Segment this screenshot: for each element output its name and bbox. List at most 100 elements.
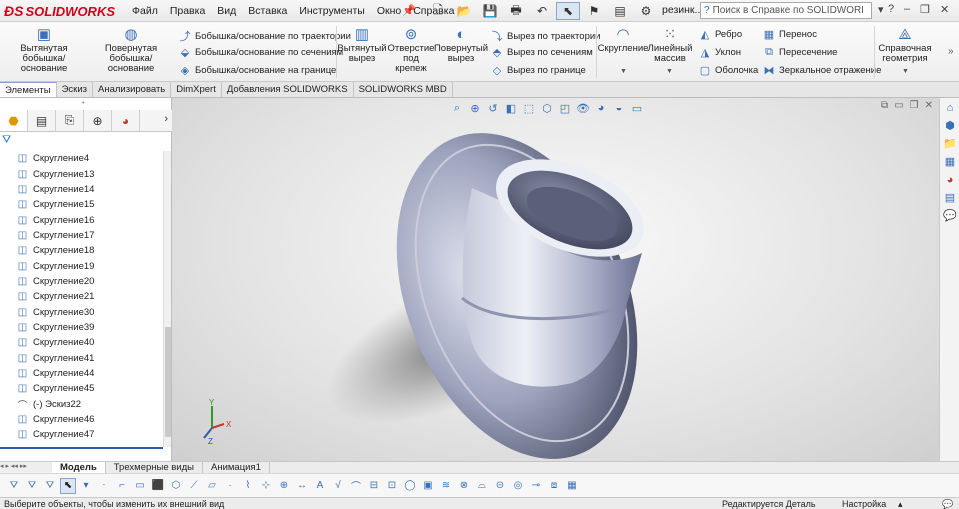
filter-center-marks-icon[interactable]: ⊕: [276, 478, 292, 494]
solidworks-logo[interactable]: ƉS SOLIDWORKS: [4, 1, 115, 21]
filter-balloons-icon[interactable]: ◯: [402, 478, 418, 494]
ribbon-more-icon[interactable]: »: [948, 46, 954, 57]
save-icon[interactable]: 💾: [478, 2, 502, 20]
filter-blocks-icon[interactable]: ▣: [420, 478, 436, 494]
tabs-scroll-arrows[interactable]: ◂ ▸ ◂◂ ▸▸: [0, 461, 52, 472]
filter-solid-bodies-icon[interactable]: ⬛: [150, 478, 166, 494]
filter-clear-icon[interactable]: ⛛: [42, 478, 58, 494]
tree-item[interactable]: ◫ Скругление20: [0, 274, 163, 289]
filter-axes-icon[interactable]: ⟋: [186, 478, 202, 494]
tree-item[interactable]: ◫ Скругление39: [0, 320, 163, 335]
fillet-dropdown-icon[interactable]: ▼: [620, 68, 627, 75]
part-model[interactable]: [172, 98, 939, 461]
shell-button[interactable]: ▢ Оболочка: [698, 64, 758, 77]
filter-datum-icon[interactable]: ⊟: [366, 478, 382, 494]
hole-wizard-button[interactable]: ⊚ Отверстие под крепеж: [388, 26, 435, 74]
select-arrow-icon[interactable]: ⬉: [60, 477, 76, 494]
revolve-boss-button[interactable]: ◍ Повернутая бобышка/основание: [88, 26, 174, 74]
tab-sketch[interactable]: Эскиз: [57, 82, 93, 97]
menu-tools[interactable]: Инструменты: [293, 5, 370, 17]
menu-edit[interactable]: Правка: [164, 5, 211, 17]
filter-icon[interactable]: ⛛: [2, 134, 11, 147]
tree-item[interactable]: ◫ Скругление19: [0, 258, 163, 273]
pattern-dropdown-icon[interactable]: ▼: [666, 68, 673, 75]
mirror-button[interactable]: ⧓ Зеркальное отражение: [762, 64, 882, 77]
tab-features[interactable]: Элементы: [0, 82, 57, 97]
tree-item[interactable]: ◫ Скругление41: [0, 350, 163, 365]
appearances-icon[interactable]: ◕: [941, 171, 959, 188]
custom-properties-icon[interactable]: ▤: [941, 189, 959, 206]
boundary-boss-button[interactable]: ◈ Бобышка/основание на границе: [178, 64, 337, 77]
design-library-icon[interactable]: ⬢: [941, 117, 959, 134]
menu-view[interactable]: Вид: [211, 5, 242, 17]
help-search-box[interactable]: ?: [700, 2, 872, 19]
filter-connection-points-icon[interactable]: ⊸: [528, 478, 544, 494]
chevron-right-icon[interactable]: ›: [164, 113, 168, 125]
filter-midpoints-icon[interactable]: ⊹: [258, 478, 274, 494]
tree-item[interactable]: ◫ Скругление15: [0, 197, 163, 212]
filter-toggle-icon[interactable]: ⛛: [6, 478, 22, 494]
tree-item[interactable]: ◫ Скругление21: [0, 289, 163, 304]
filter-notes-icon[interactable]: A: [312, 478, 328, 494]
rollback-bar[interactable]: [0, 447, 163, 449]
tree-item[interactable]: ◫ Скругление16: [0, 212, 163, 227]
filter-tables-icon[interactable]: ▦: [564, 478, 580, 494]
print-icon[interactable]: 🖶: [504, 2, 528, 20]
filter-gtol-icon[interactable]: ⊡: [384, 478, 400, 494]
undo-icon[interactable]: ↶: [530, 2, 554, 20]
linear-pattern-button[interactable]: ⁙ Линейный массив: [648, 26, 693, 64]
tree-item[interactable]: ◫ Скругление4: [0, 151, 163, 166]
configuration-manager-tab-icon[interactable]: ⎘: [56, 110, 84, 131]
tree-item[interactable]: ◫ Скругление18: [0, 243, 163, 258]
refgeom-dropdown-icon[interactable]: ▼: [902, 68, 909, 75]
filter-sketch-segments-icon[interactable]: ⌇: [240, 478, 256, 494]
boundary-cut-button[interactable]: ◇ Вырез по границе: [490, 64, 586, 77]
search-dropdown-icon[interactable]: ▾: [878, 3, 884, 16]
property-manager-tab-icon[interactable]: ▤: [28, 110, 56, 131]
tree-item[interactable]: ◫ Скругление13: [0, 166, 163, 181]
file-explorer-icon[interactable]: 📁: [941, 135, 959, 152]
tab-dimxpert[interactable]: DimXpert: [171, 82, 222, 97]
pin-icon[interactable]: 📌: [402, 4, 416, 17]
close-icon[interactable]: ✕: [940, 3, 949, 16]
filter-weld-symbols-icon[interactable]: ⌒: [348, 478, 364, 494]
extrude-cut-button[interactable]: ▥ Вытянутый вырез: [337, 26, 386, 64]
tree-item[interactable]: ◫ Скругление40: [0, 335, 163, 350]
options-gear-icon[interactable]: ⚙: [634, 2, 658, 20]
help-icon[interactable]: ?: [888, 3, 894, 15]
menu-insert[interactable]: Вставка: [242, 5, 293, 17]
filter-cosmetic-threads-icon[interactable]: ≋: [438, 478, 454, 494]
pane-grip-icon[interactable]: •: [82, 100, 84, 107]
filter-off-icon[interactable]: ⛛: [24, 478, 40, 494]
sweep-cut-button[interactable]: ⤵ Вырез по траектории: [490, 28, 601, 44]
display-manager-tab-icon[interactable]: ◕: [112, 110, 140, 131]
extrude-boss-button[interactable]: ▣ Вытянутая бобышка/основание: [4, 26, 84, 74]
open-folder-icon[interactable]: 📂: [452, 2, 476, 20]
loft-cut-button[interactable]: ⬘ Вырез по сечениям: [490, 46, 593, 59]
feature-manager-tab-icon[interactable]: ⬣: [0, 110, 28, 131]
filter-faces-icon[interactable]: ▭: [132, 478, 148, 494]
filter-dowel-symbols-icon[interactable]: ⊝: [492, 478, 508, 494]
tree-item[interactable]: ◫ Скругление47: [0, 427, 163, 442]
revolve-cut-button[interactable]: ◐ Повернутый вырез: [434, 26, 488, 64]
status-customize[interactable]: Настройка: [842, 498, 886, 509]
select-dropdown-icon[interactable]: ▾: [78, 478, 94, 494]
home-icon[interactable]: ⌂: [941, 99, 959, 116]
fillet-button[interactable]: ◠ Скругление: [598, 26, 649, 54]
wrap-button[interactable]: ▦ Перенос: [762, 28, 817, 41]
loft-boss-button[interactable]: ⬙ Бобышка/основание по сечениям: [178, 46, 343, 59]
filter-hole-callouts-icon[interactable]: ⊗: [456, 478, 472, 494]
tree-item[interactable]: ◫ Скругление14: [0, 182, 163, 197]
new-document-icon[interactable]: 🗋: [426, 2, 450, 20]
filter-planes-icon[interactable]: ▱: [204, 478, 220, 494]
tab-addins[interactable]: Добавления SOLIDWORKS: [222, 82, 354, 97]
intersect-button[interactable]: ⧉ Пересечение: [762, 46, 837, 59]
help-search-input[interactable]: [712, 5, 863, 16]
restore-icon[interactable]: ❐: [920, 3, 930, 16]
filter-dimensions-icon[interactable]: ↔: [294, 478, 310, 494]
file-properties-icon[interactable]: ▤: [608, 2, 632, 20]
minimize-icon[interactable]: –: [904, 3, 910, 15]
rib-button[interactable]: ◭ Ребро: [698, 28, 742, 41]
view-palette-icon[interactable]: ▦: [941, 153, 959, 170]
tree-item[interactable]: ◫ Скругление30: [0, 304, 163, 319]
